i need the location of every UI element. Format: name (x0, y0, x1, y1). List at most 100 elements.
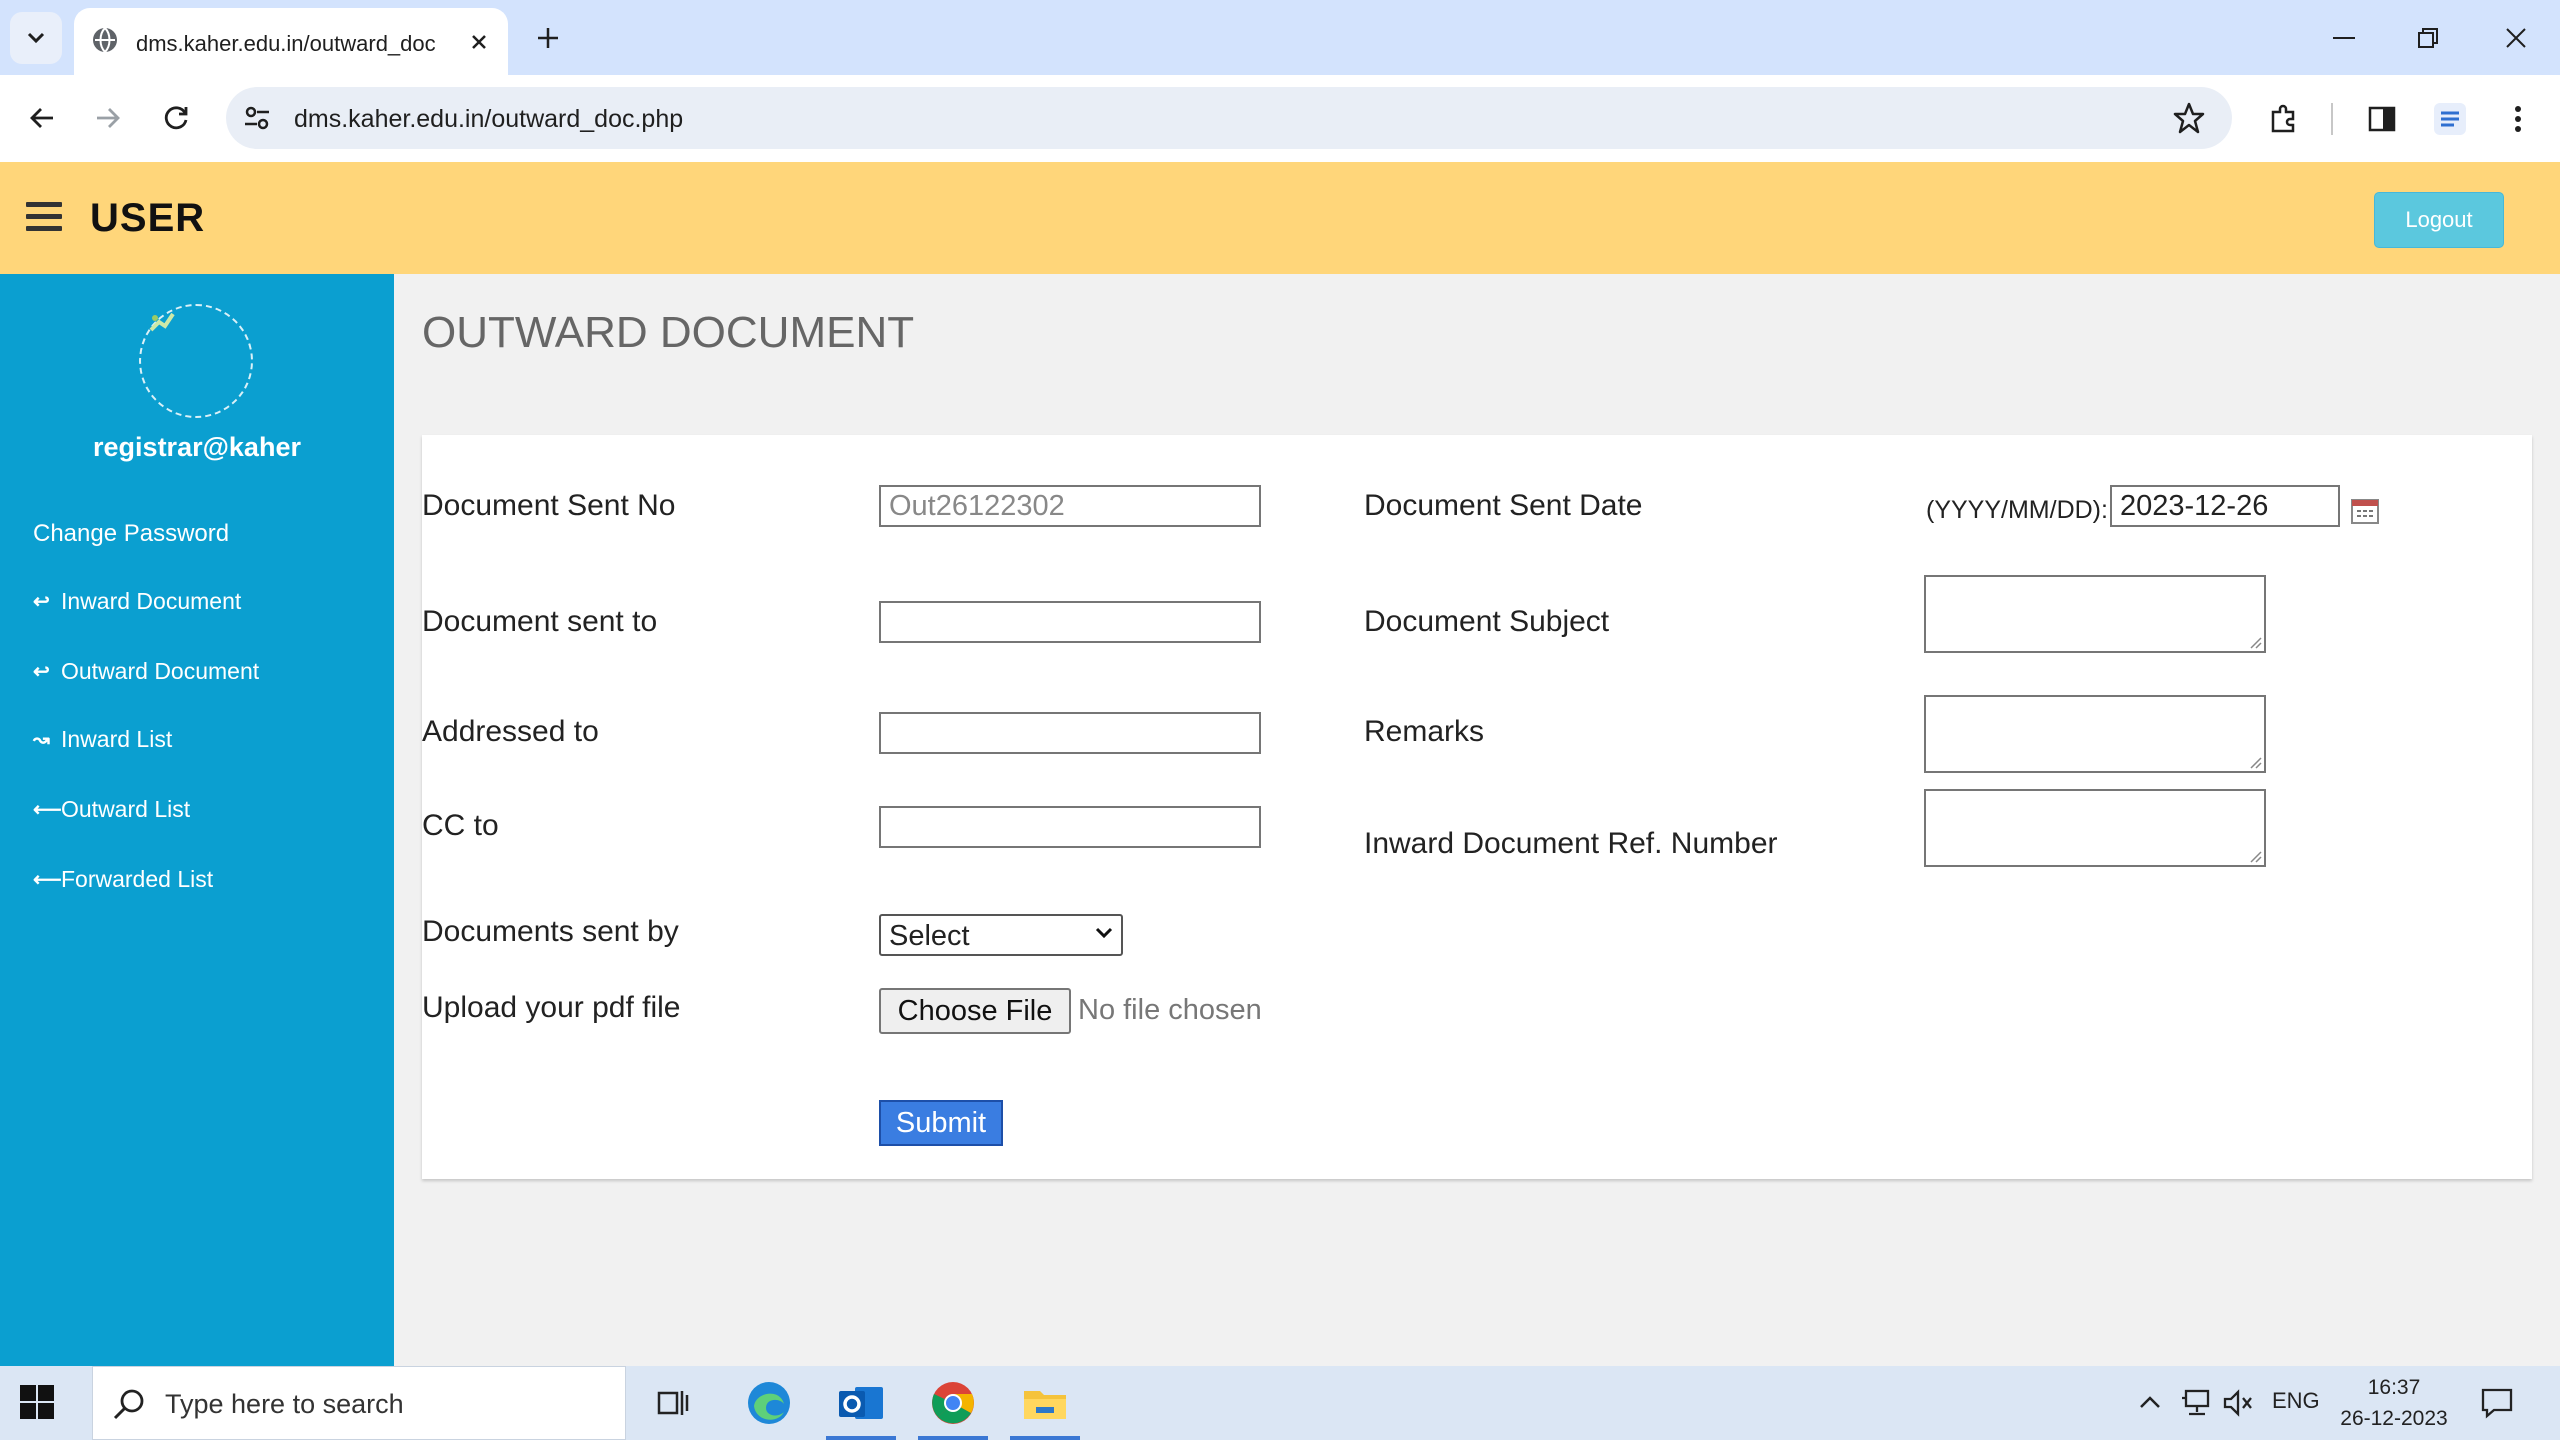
sidebar-item-label: Inward List (61, 726, 173, 752)
sidebar-item-change-password[interactable]: Change Password (33, 520, 229, 548)
new-tab-button[interactable] (528, 18, 568, 58)
doc-sent-date-label: Document Sent Date (1364, 489, 1643, 522)
inward-ref-textarea[interactable] (1924, 789, 2266, 867)
url-text: dms.kaher.edu.in/outward_doc.php (294, 105, 684, 133)
avatar (139, 304, 253, 418)
inward-ref-label: Inward Document Ref. Number (1364, 827, 1778, 860)
window-close-button[interactable] (2486, 14, 2546, 62)
forward-button[interactable] (82, 92, 134, 144)
chevron-up-icon[interactable] (2138, 1394, 2162, 1410)
task-view-icon (657, 1391, 689, 1415)
doc-subject-textarea[interactable] (1924, 575, 2266, 653)
reload-icon (164, 106, 188, 130)
cc-to-label: CC to (422, 809, 499, 842)
file-status-text: No file chosen (1078, 994, 1262, 1026)
reload-button[interactable] (150, 92, 202, 144)
minimize-button[interactable] (2314, 14, 2374, 62)
broken-image-icon (149, 312, 175, 332)
wavy-arrow-icon: ↝ (33, 729, 50, 751)
search-placeholder: Type here to search (165, 1389, 404, 1419)
tab-close-button[interactable] (462, 25, 496, 59)
taskbar-chrome[interactable] (916, 1366, 990, 1440)
folder-icon (1024, 1391, 1066, 1419)
tab-search-button[interactable] (10, 12, 62, 64)
browser-tab-active[interactable]: dms.kaher.edu.in/outward_doc.php (74, 8, 508, 75)
submit-button[interactable]: Submit (879, 1100, 1003, 1146)
profile-avatar-icon (2434, 103, 2466, 135)
windows-start-icon[interactable] (18, 1383, 56, 1421)
left-arrow-icon: ⟵ (33, 799, 62, 821)
restore-button[interactable] (2398, 14, 2458, 62)
sidebar: registrar@kaher Change Password ↩ Inward… (0, 274, 394, 1366)
language-indicator[interactable]: ENG (2272, 1388, 2320, 1414)
edge-icon (748, 1382, 790, 1424)
resize-grip-icon[interactable] (2248, 849, 2262, 863)
sidebar-item-outward-list[interactable]: ⟵ Outward List (33, 796, 190, 823)
menu-icon[interactable] (26, 202, 62, 232)
remarks-label: Remarks (1364, 715, 1485, 748)
star-icon (2173, 102, 2205, 134)
tab-title: dms.kaher.edu.in/outward_doc.php (136, 31, 436, 56)
forward-arrow-icon (97, 108, 120, 128)
outward-document-form: Document Sent No Document Sent Date (YYY… (422, 435, 2532, 1179)
restore-icon (2418, 28, 2438, 48)
choose-file-button[interactable]: Choose File (879, 988, 1071, 1034)
taskbar-file-explorer[interactable] (1008, 1366, 1082, 1440)
chrome-menu-button[interactable] (2494, 95, 2542, 143)
clock-date: 26-12-2023 (2340, 1407, 2448, 1430)
taskbar-clock[interactable]: 16:37 26-12-2023 (2330, 1372, 2458, 1434)
cc-to-input[interactable] (879, 806, 1261, 848)
address-bar[interactable]: dms.kaher.edu.in/outward_doc.php (226, 87, 2232, 149)
bookmark-button[interactable] (2172, 101, 2206, 135)
notifications-icon[interactable] (2480, 1386, 2514, 1420)
sidebar-item-inward-list[interactable]: ↝ Inward List (33, 726, 172, 753)
windows-taskbar: Type here to search ENG 16:37 26-12-2023 (0, 1366, 2560, 1440)
minimize-icon (2333, 37, 2355, 39)
profile-button[interactable] (2426, 95, 2474, 143)
task-view-button[interactable] (636, 1366, 710, 1440)
app-header: USER Logout (0, 162, 2560, 274)
sidebar-item-inward-document[interactable]: ↩ Inward Document (33, 588, 241, 615)
extensions-button[interactable] (2260, 95, 2308, 143)
side-panel-icon (2368, 106, 2396, 132)
sent-by-selected-value: Select (889, 920, 970, 952)
remarks-textarea[interactable] (1924, 695, 2266, 773)
sidebar-item-label: Forwarded List (61, 866, 214, 892)
date-format-hint: (YYYY/MM/DD): (1926, 496, 2108, 524)
calendar-icon[interactable] (2350, 497, 2380, 525)
clock-time: 16:37 (2367, 1376, 2421, 1399)
chevron-down-icon (1095, 927, 1113, 939)
site-info-icon (245, 106, 269, 130)
taskbar-search-box[interactable]: Type here to search (92, 1366, 626, 1440)
toolbar-divider (2331, 103, 2333, 135)
sidebar-item-forwarded-list[interactable]: ⟵ Forwarded List (33, 866, 213, 893)
doc-sent-to-label: Document sent to (422, 605, 658, 638)
page-title: OUTWARD DOCUMENT (422, 308, 915, 357)
doc-sent-no-label: Document Sent No (422, 489, 676, 522)
search-icon (113, 1389, 144, 1420)
resize-grip-icon[interactable] (2248, 635, 2262, 649)
resize-grip-icon[interactable] (2248, 755, 2262, 769)
addressed-to-label: Addressed to (422, 715, 599, 748)
network-icon[interactable] (2180, 1388, 2212, 1418)
sidebar-item-label: Outward List (61, 796, 191, 822)
taskbar-outlook[interactable] (824, 1366, 898, 1440)
return-arrow-icon: ↩ (33, 591, 50, 613)
chrome-icon (932, 1382, 974, 1424)
sent-by-select[interactable]: Select (879, 914, 1123, 956)
logout-button[interactable]: Logout (2374, 192, 2504, 248)
doc-sent-to-input[interactable] (879, 601, 1261, 643)
taskbar-edge[interactable] (732, 1366, 806, 1440)
doc-sent-no-input[interactable] (879, 485, 1261, 527)
browser-tab-strip: dms.kaher.edu.in/outward_doc.php (0, 0, 2560, 75)
puzzle-icon (2271, 104, 2295, 133)
side-panel-button[interactable] (2358, 95, 2406, 143)
volume-muted-icon[interactable] (2222, 1388, 2254, 1418)
upload-label: Upload your pdf file (422, 991, 681, 1024)
back-arrow-icon (30, 108, 53, 128)
addressed-to-input[interactable] (879, 712, 1261, 754)
back-button[interactable] (16, 92, 68, 144)
close-icon (2506, 28, 2526, 48)
doc-sent-date-input[interactable] (2110, 485, 2340, 527)
sidebar-item-outward-document[interactable]: ↩ Outward Document (33, 658, 259, 685)
